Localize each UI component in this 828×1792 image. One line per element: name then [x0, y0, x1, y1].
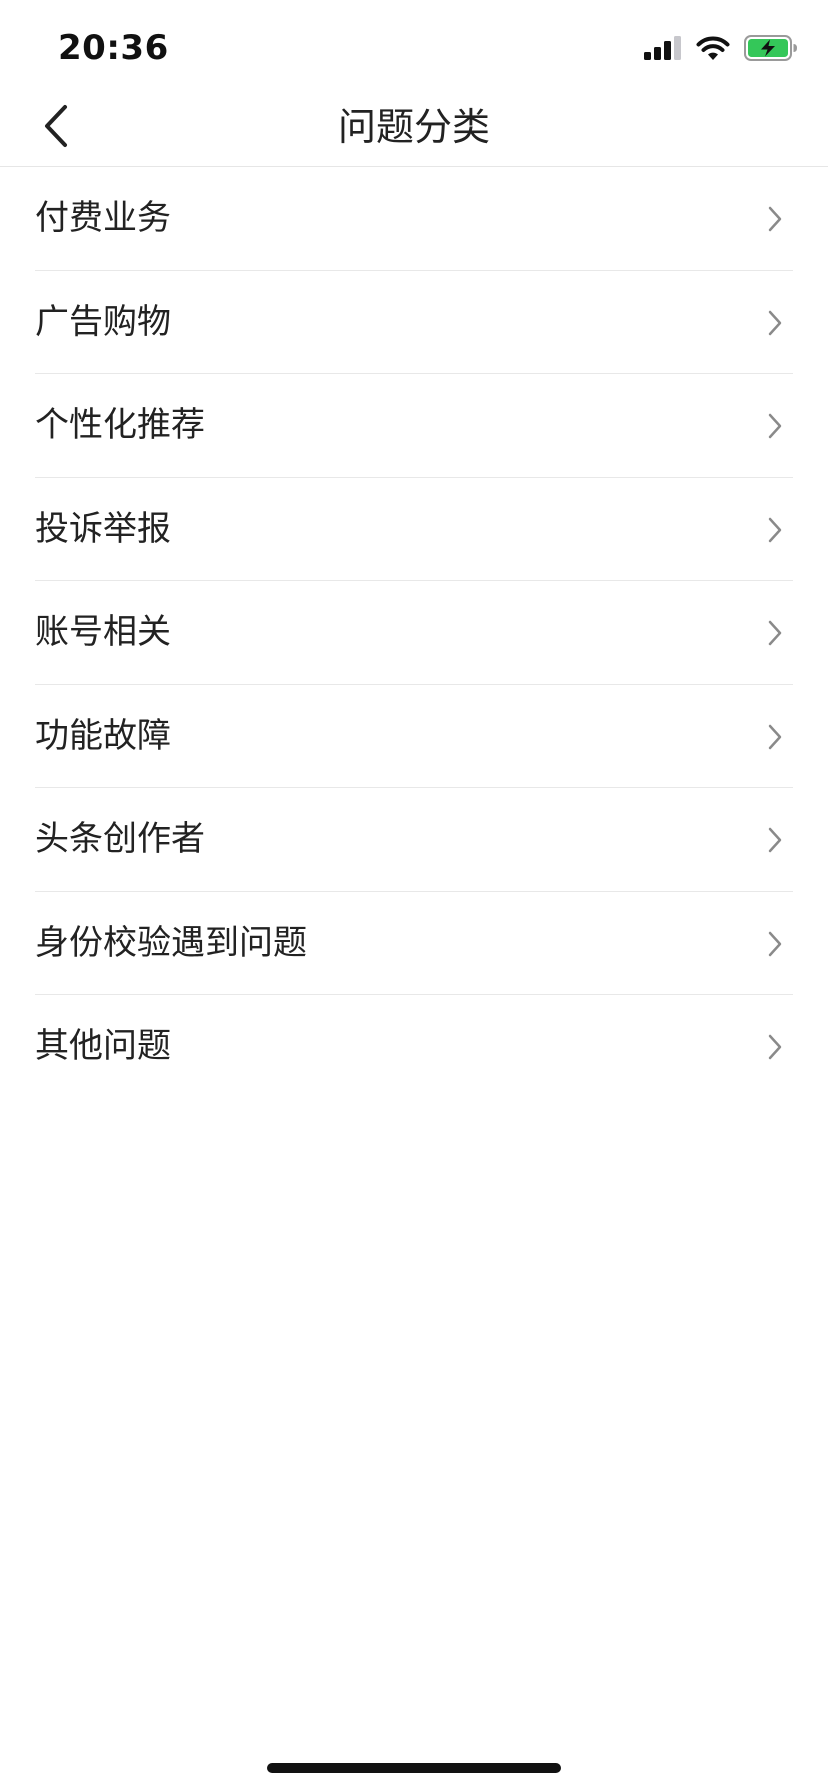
page-title: 问题分类: [337, 105, 490, 149]
navigation-bar: 问题分类: [0, 96, 828, 167]
status-icons: [644, 35, 798, 65]
category-label: 投诉举报: [35, 508, 171, 549]
category-label: 身份校验遇到问题: [35, 922, 307, 963]
category-item-creators[interactable]: 头条创作者: [0, 788, 828, 892]
category-label: 广告购物: [35, 301, 171, 342]
chevron-right-icon: [767, 1033, 783, 1061]
status-bar: 20:36: [0, 0, 828, 96]
category-label: 账号相关: [35, 612, 171, 652]
category-label: 其他问题: [35, 1026, 171, 1066]
category-item-malfunctions[interactable]: 功能故障: [0, 685, 828, 789]
category-item-other[interactable]: 其他问题: [0, 995, 828, 1099]
category-label: 付费业务: [35, 198, 171, 238]
category-item-complaints-reports[interactable]: 投诉举报: [0, 478, 828, 582]
battery-charging-icon: [744, 35, 798, 65]
home-indicator[interactable]: [267, 1763, 561, 1773]
chevron-right-icon: [767, 205, 783, 233]
category-item-personalized-recommendations[interactable]: 个性化推荐: [0, 374, 828, 478]
category-label: 头条创作者: [35, 819, 205, 859]
chevron-right-icon: [767, 826, 783, 854]
chevron-right-icon: [767, 412, 783, 440]
wifi-icon: [696, 35, 730, 65]
category-list: 付费业务 广告购物 个性化推荐 投诉举报 账号相关 功能故障 头条创作者 身份校…: [0, 167, 828, 1099]
chevron-right-icon: [767, 930, 783, 958]
category-item-paid-services[interactable]: 付费业务: [0, 167, 828, 271]
status-time: 20:36: [58, 28, 169, 68]
chevron-right-icon: [767, 309, 783, 337]
category-item-account[interactable]: 账号相关: [0, 581, 828, 685]
category-item-identity-verification[interactable]: 身份校验遇到问题: [0, 892, 828, 996]
chevron-right-icon: [767, 516, 783, 544]
category-label: 功能故障: [35, 715, 171, 756]
category-label: 个性化推荐: [35, 405, 205, 445]
chevron-right-icon: [767, 723, 783, 751]
chevron-right-icon: [767, 619, 783, 647]
category-item-ads-shopping[interactable]: 广告购物: [0, 271, 828, 375]
cellular-signal-icon: [644, 36, 682, 64]
